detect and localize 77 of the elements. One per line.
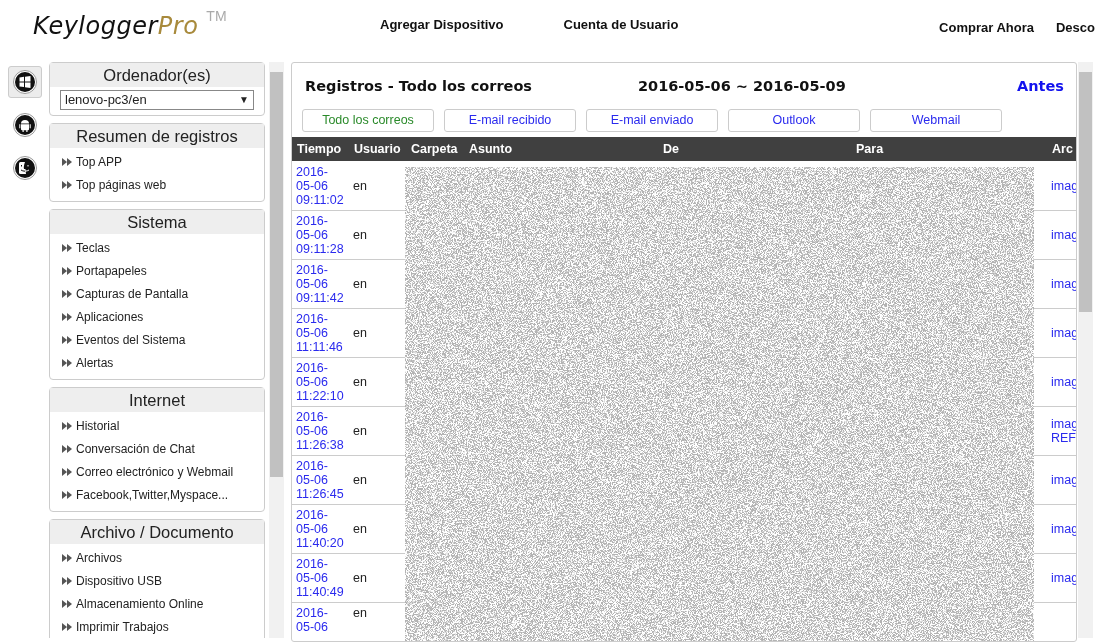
nav-link[interactable]: Desco — [1055, 20, 1095, 36]
windows-tab[interactable] — [8, 66, 42, 98]
double-arrow-icon — [62, 181, 72, 189]
double-arrow-icon — [62, 158, 72, 166]
double-arrow-icon — [62, 600, 72, 608]
sidebar-link[interactable]: Teclas — [50, 237, 264, 260]
sidebar-link[interactable]: Conversación de Chat — [50, 438, 264, 461]
double-arrow-icon — [62, 336, 72, 344]
time-link[interactable]: 2016-05-06 11:26:38 — [296, 409, 344, 452]
back-link[interactable]: Antes — [1017, 78, 1064, 96]
time-link[interactable]: 2016-05-06 11:26:45 — [296, 458, 344, 501]
nav-link[interactable]: Comprar Ahora — [939, 20, 1034, 36]
main-scrollbar[interactable] — [1078, 62, 1093, 638]
double-arrow-icon — [62, 554, 72, 562]
logo-text: Keylogger — [33, 12, 158, 41]
sidebar-link[interactable]: Historial — [50, 415, 264, 438]
panel-heading: Internet — [50, 388, 264, 412]
double-arrow-icon — [62, 468, 72, 476]
time-link[interactable]: 2016-05-06 — [296, 605, 344, 634]
sidebar-link[interactable]: Eventos del Sistema — [50, 329, 264, 352]
double-arrow-icon — [62, 577, 72, 585]
windows-icon — [13, 70, 37, 94]
time-link[interactable]: 2016-05-06 11:11:46 — [296, 311, 344, 354]
filter-tab[interactable]: E-mail recibido — [444, 109, 576, 133]
column-header: Carpeta — [406, 137, 464, 162]
panel-heading: Archivo / Documento — [50, 520, 264, 544]
filter-tab[interactable]: Webmail — [870, 109, 1002, 133]
panel-heading: Resumen de registros — [50, 124, 264, 148]
double-arrow-icon — [62, 422, 72, 430]
time-link[interactable]: 2016-05-06 11:40:49 — [296, 556, 344, 599]
double-arrow-icon — [62, 313, 72, 321]
double-arrow-icon — [62, 244, 72, 252]
nav-link[interactable]: Agregar Dispositivo — [380, 17, 504, 33]
android-icon — [13, 113, 37, 137]
panel-heading: Ordenador(es) — [50, 63, 264, 87]
time-link[interactable]: 2016-05-06 09:11:42 — [296, 262, 344, 305]
column-header: Arc — [1047, 137, 1076, 162]
panel-heading: Sistema — [50, 210, 264, 234]
time-link[interactable]: 2016-05-06 09:11:02 — [296, 164, 344, 207]
page-title: Registros - Todo los correos — [305, 78, 532, 96]
double-arrow-icon — [62, 491, 72, 499]
column-header: Usuario — [349, 137, 406, 162]
logo-text: Pro — [157, 12, 199, 41]
sidebar-link[interactable]: Correo electrónico y Webmail — [50, 461, 264, 484]
filter-tab[interactable]: Todo los correos — [302, 109, 434, 133]
sidebar-link[interactable]: Aplicaciones — [50, 306, 264, 329]
sidebar-link[interactable]: Capturas de Pantalla — [50, 283, 264, 306]
sidebar-link[interactable]: Dispositivo USB — [50, 570, 264, 593]
sidebar-link[interactable]: Archivos — [50, 547, 264, 570]
column-header: Para — [851, 137, 1047, 162]
finder-icon — [13, 156, 37, 180]
double-arrow-icon — [62, 267, 72, 275]
sidebar-link[interactable]: Top APP — [50, 151, 264, 174]
time-link[interactable]: 2016-05-06 11:40:20 — [296, 507, 344, 550]
column-header: Asunto — [464, 137, 658, 162]
attachment-link[interactable]: REF — [1051, 430, 1076, 445]
sidebar-link[interactable]: Portapapeles — [50, 260, 264, 283]
nav-link[interactable]: Cuenta de Usuario — [563, 17, 679, 33]
filter-tab[interactable]: Outlook — [728, 109, 860, 133]
sidebar-scrollbar[interactable] — [269, 62, 284, 638]
computer-select[interactable]: lenovo-pc3/en ▼ — [60, 90, 254, 110]
sidebar-link[interactable]: Top páginas web — [50, 174, 264, 197]
column-header: De — [658, 137, 851, 162]
date-range: 2016-05-06 ~ 2016-05-09 — [638, 78, 846, 96]
sidebar-link[interactable]: Facebook,Twitter,Myspace... — [50, 484, 264, 507]
sidebar-link[interactable]: Alertas — [50, 352, 264, 375]
column-header: Tiempo — [292, 137, 349, 162]
trademark-mark: TM — [206, 8, 227, 25]
sidebar-link[interactable]: Imprimir Trabajos — [50, 616, 264, 638]
time-link[interactable]: 2016-05-06 09:11:28 — [296, 213, 344, 256]
filter-tab[interactable]: E-mail enviado — [586, 109, 718, 133]
double-arrow-icon — [62, 290, 72, 298]
double-arrow-icon — [62, 623, 72, 631]
sidebar-link[interactable]: Almacenamiento Online — [50, 593, 264, 616]
time-link[interactable]: 2016-05-06 11:22:10 — [296, 360, 344, 403]
double-arrow-icon — [62, 445, 72, 453]
double-arrow-icon — [62, 359, 72, 367]
